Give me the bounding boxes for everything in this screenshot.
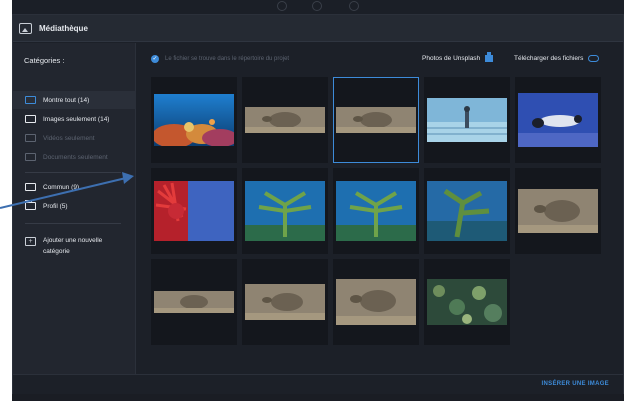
media-tile-sea-turtle[interactable] <box>242 77 328 163</box>
sea-turtle-thumbnail <box>518 189 598 233</box>
dialog-title: Médiathèque <box>39 23 88 33</box>
media-tile-sea-turtle[interactable] <box>242 259 328 345</box>
media-tile-red-sea-fan[interactable] <box>151 168 237 254</box>
insert-image-button[interactable]: INSÉRER UNE IMAGE <box>542 381 609 387</box>
media-tile-sea-turtle[interactable] <box>333 259 419 345</box>
sea-turtle-thumbnail <box>336 279 416 325</box>
ghost-icon <box>349 1 359 11</box>
editor-toolbar-behind <box>12 0 624 14</box>
sea-plant-thumbnail <box>336 181 416 241</box>
media-tile-sea-turtle-selected[interactable] <box>333 77 419 163</box>
show-all-icon <box>25 96 36 104</box>
media-tile-diver[interactable] <box>515 77 601 163</box>
media-library-icon <box>19 22 32 34</box>
upload-label: Télécharger des fichiers <box>514 55 584 62</box>
unsplash-icon <box>485 52 494 62</box>
image-icon <box>25 115 36 123</box>
cloud-upload-icon <box>588 55 600 62</box>
media-tile-sea-turtle[interactable] <box>515 168 601 254</box>
media-tile-coral-reef[interactable] <box>151 77 237 163</box>
upload-files-button[interactable]: Télécharger des fichiers <box>514 55 600 62</box>
coral-bed-thumbnail <box>427 279 507 325</box>
ghost-icon <box>312 1 322 11</box>
checkbox-label: Le fichier se trouve dans le répertoire … <box>165 56 290 62</box>
coral-reef-thumbnail <box>154 94 234 146</box>
add-category-button[interactable]: + Ajouter une nouvelle catégorie <box>25 235 113 257</box>
media-tile-sea-plant[interactable] <box>333 168 419 254</box>
media-tile-sea-plant[interactable] <box>242 168 328 254</box>
project-folder-checkbox[interactable]: ✓ <box>151 55 159 63</box>
sidebar-item-label: Montre tout (14) <box>43 96 90 104</box>
sidebar-item-label: Vidéos seulement <box>43 134 95 142</box>
sidebar-item-images[interactable]: Images seulement (14) <box>13 110 136 128</box>
unsplash-button[interactable]: Photos de Unsplash <box>422 52 494 62</box>
sea-turtle-thumbnail <box>154 291 234 313</box>
sea-plant-thumbnail <box>245 181 325 241</box>
diver-thumbnail <box>518 93 598 147</box>
red-sea-fan-thumbnail <box>154 181 234 241</box>
media-toolbar: ✓ Le fichier se trouve dans le répertoir… <box>137 43 623 73</box>
media-tile-sea-turtle[interactable] <box>151 259 237 345</box>
sidebar-item-label: Documents seulement <box>43 153 108 161</box>
media-panel: ✓ Le fichier se trouve dans le répertoir… <box>137 43 623 374</box>
document-icon <box>25 153 36 161</box>
sidebar-item-label: Images seulement (14) <box>43 115 110 123</box>
sidebar-item-videos[interactable]: Vidéos seulement <box>13 129 136 147</box>
ghost-icon <box>277 1 287 11</box>
video-icon <box>25 134 36 142</box>
dialog-footer: INSÉRER UNE IMAGE <box>13 374 623 394</box>
add-category-label: Ajouter une nouvelle catégorie <box>43 237 103 255</box>
sea-turtle-thumbnail <box>336 107 416 133</box>
sea-turtle-thumbnail <box>245 107 325 133</box>
sidebar-item-documents[interactable]: Documents seulement <box>13 148 136 166</box>
media-tile-sea-plant[interactable] <box>424 168 510 254</box>
sea-turtle-thumbnail <box>245 284 325 320</box>
sea-plant-thumbnail <box>427 181 507 241</box>
divider <box>25 223 121 224</box>
media-tile-coral-bed[interactable] <box>424 259 510 345</box>
unsplash-label: Photos de Unsplash <box>422 55 481 62</box>
plus-icon: + <box>25 237 36 246</box>
titlebar: Médiathèque <box>13 15 623 42</box>
sidebar-item-show-all[interactable]: Montre tout (14) <box>13 91 136 109</box>
annotation-arrow-icon <box>0 172 134 209</box>
categories-heading: Catégories : <box>24 56 65 65</box>
underwater-pool-thumbnail <box>427 98 507 142</box>
media-tile-underwater-pool[interactable] <box>424 77 510 163</box>
